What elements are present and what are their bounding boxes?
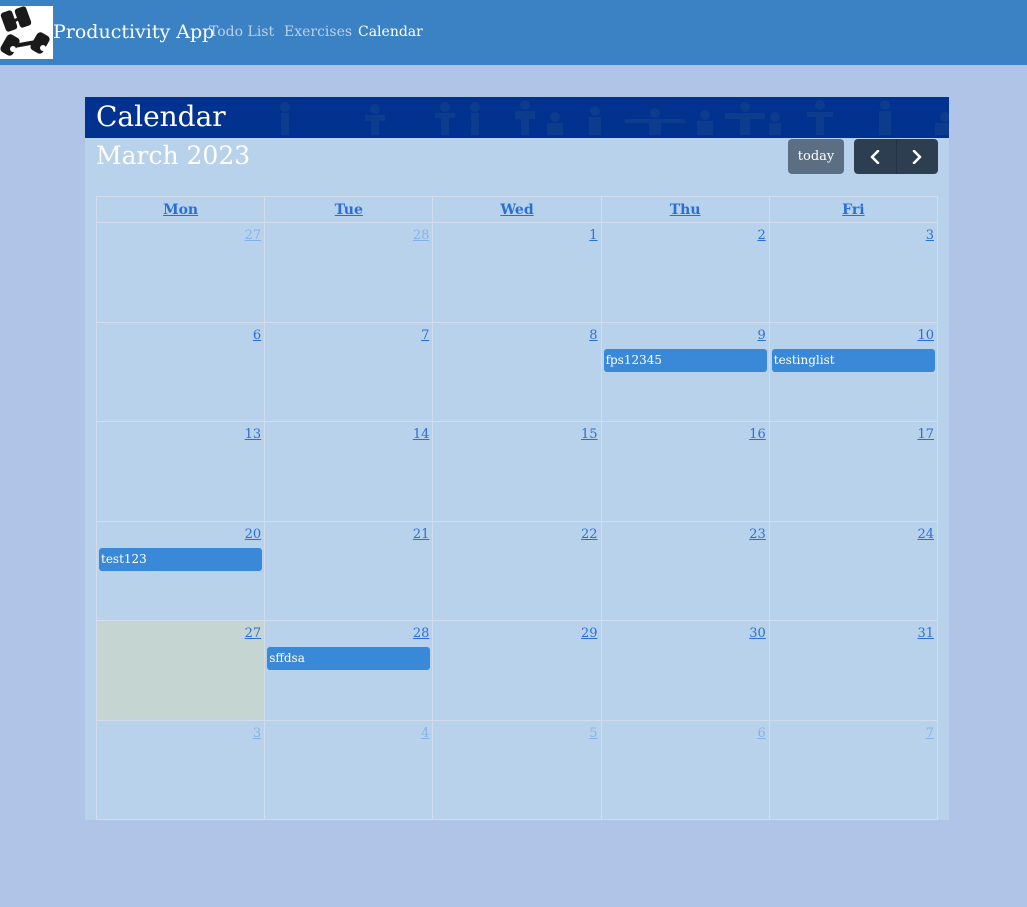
day-number-link[interactable]: 28 [265,223,432,244]
day-number-link[interactable]: 8 [433,323,600,344]
day-number-link[interactable]: 6 [97,323,264,344]
day-number-link[interactable]: 5 [433,721,600,742]
calendar-event[interactable]: sffdsa [267,647,431,670]
dumbbell-logo-icon[interactable] [0,6,53,59]
day-cell[interactable]: 7 [768,719,939,820]
day-cell[interactable]: 7 [264,321,434,422]
weekday-header-fri[interactable]: Fri [768,196,939,223]
day-cell[interactable]: 21 [264,520,434,621]
day-number-link[interactable]: 10 [770,323,937,344]
day-number-link[interactable]: 15 [433,422,600,443]
weekday-header-mon[interactable]: Mon [95,196,266,223]
calendar-banner: Calendar [85,97,949,138]
day-number-link[interactable]: 7 [265,323,432,344]
next-month-button[interactable] [895,139,939,174]
day-number-link[interactable]: 4 [265,721,432,742]
day-cell[interactable]: 22 [432,520,602,621]
day-number-link[interactable]: 27 [97,223,264,244]
day-number-link[interactable]: 2 [602,223,769,244]
day-number-link[interactable]: 29 [433,621,600,642]
day-number-link[interactable]: 17 [770,422,937,443]
day-cell[interactable]: 4 [264,719,434,820]
day-cell[interactable]: 16 [600,421,770,522]
day-cell[interactable]: 9 fps12345 [600,321,770,422]
weekday-header-thu[interactable]: Thu [600,196,770,223]
day-number-link[interactable]: 6 [602,721,769,742]
day-cell[interactable]: 15 [432,421,602,522]
week-row: 13 14 15 16 17 [95,421,939,522]
day-number-link[interactable]: 31 [770,621,937,642]
day-cell[interactable]: 8 [432,321,602,422]
nav-link-exercises[interactable]: Exercises [284,23,352,41]
day-number-link[interactable]: 20 [97,522,264,543]
day-cell[interactable]: 1 [432,222,602,323]
day-cell[interactable]: 28 [264,222,434,323]
today-button[interactable]: today [788,139,844,174]
month-title: March 2023 [96,141,251,170]
day-cell[interactable]: 20 test123 [95,520,266,621]
day-cell[interactable]: 30 [600,620,770,721]
day-cell[interactable]: 5 [432,719,602,820]
day-cell[interactable]: 23 [600,520,770,621]
day-number-link[interactable]: 14 [265,422,432,443]
week-row: 20 test123 21 22 23 24 [95,520,939,621]
day-cell[interactable]: 6 [95,321,266,422]
nav-link-todo-list[interactable]: Todo List [209,23,274,41]
day-cell[interactable]: 27 [95,222,266,323]
calendar-event[interactable]: fps12345 [603,348,767,372]
weekday-header-tue[interactable]: Tue [264,196,434,223]
calendar-panel: Calendar March 2023 today Mon Tue Wed Thu Fr… [85,97,949,820]
day-number-link[interactable]: 1 [433,223,600,244]
month-grid: Mon Tue Wed Thu Fri 27 28 1 2 3 6 7 8 9 fps12345 10 tes… [95,196,939,820]
day-cell[interactable]: 28 sffdsa [264,620,434,721]
week-row: 27 28 sffdsa 29 30 31 [95,620,939,721]
month-nav-group [854,139,938,174]
day-cell[interactable]: 3 [768,222,939,323]
day-cell[interactable]: 13 [95,421,266,522]
day-cell[interactable]: 31 [768,620,939,721]
day-number-link[interactable]: 9 [602,323,769,344]
page-title: Calendar [96,100,226,133]
day-number-link[interactable]: 3 [770,223,937,244]
top-navbar: Productivity App Todo List Exercises Cal… [0,0,1027,65]
day-cell[interactable]: 14 [264,421,434,522]
day-cell[interactable]: 10 testinglist [768,321,939,422]
day-number-link[interactable]: 21 [265,522,432,543]
day-number-link[interactable]: 13 [97,422,264,443]
chevron-left-icon [870,149,880,164]
day-cell[interactable]: 24 [768,520,939,621]
day-number-link[interactable]: 7 [770,721,937,742]
day-number-link[interactable]: 22 [433,522,600,543]
calendar-event[interactable]: testinglist [771,348,935,372]
day-cell[interactable]: 17 [768,421,939,522]
brand-title[interactable]: Productivity App [53,20,214,44]
week-row: 27 28 1 2 3 [95,222,939,323]
day-cell[interactable]: 2 [600,222,770,323]
chevron-right-icon [912,149,922,164]
day-number-link[interactable]: 27 [97,621,264,642]
day-cell[interactable]: 6 [600,719,770,820]
week-row: 34567 [95,719,939,820]
day-number-link[interactable]: 16 [602,422,769,443]
calendar-event[interactable]: test123 [99,547,263,571]
day-cell[interactable]: 3 [95,719,266,820]
day-number-link[interactable]: 3 [97,721,264,742]
day-cell[interactable]: 27 [95,620,266,721]
day-cell[interactable]: 29 [432,620,602,721]
day-number-link[interactable]: 23 [602,522,769,543]
day-number-link[interactable]: 24 [770,522,937,543]
weekday-header-row: Mon Tue Wed Thu Fri [95,196,939,223]
nav-link-calendar[interactable]: Calendar [358,23,423,41]
prev-month-button[interactable] [854,139,896,174]
week-row: 6 7 8 9 fps12345 10 testinglist [95,321,939,422]
day-number-link[interactable]: 30 [602,621,769,642]
day-number-link[interactable]: 28 [265,621,432,642]
weekday-header-wed[interactable]: Wed [432,196,602,223]
